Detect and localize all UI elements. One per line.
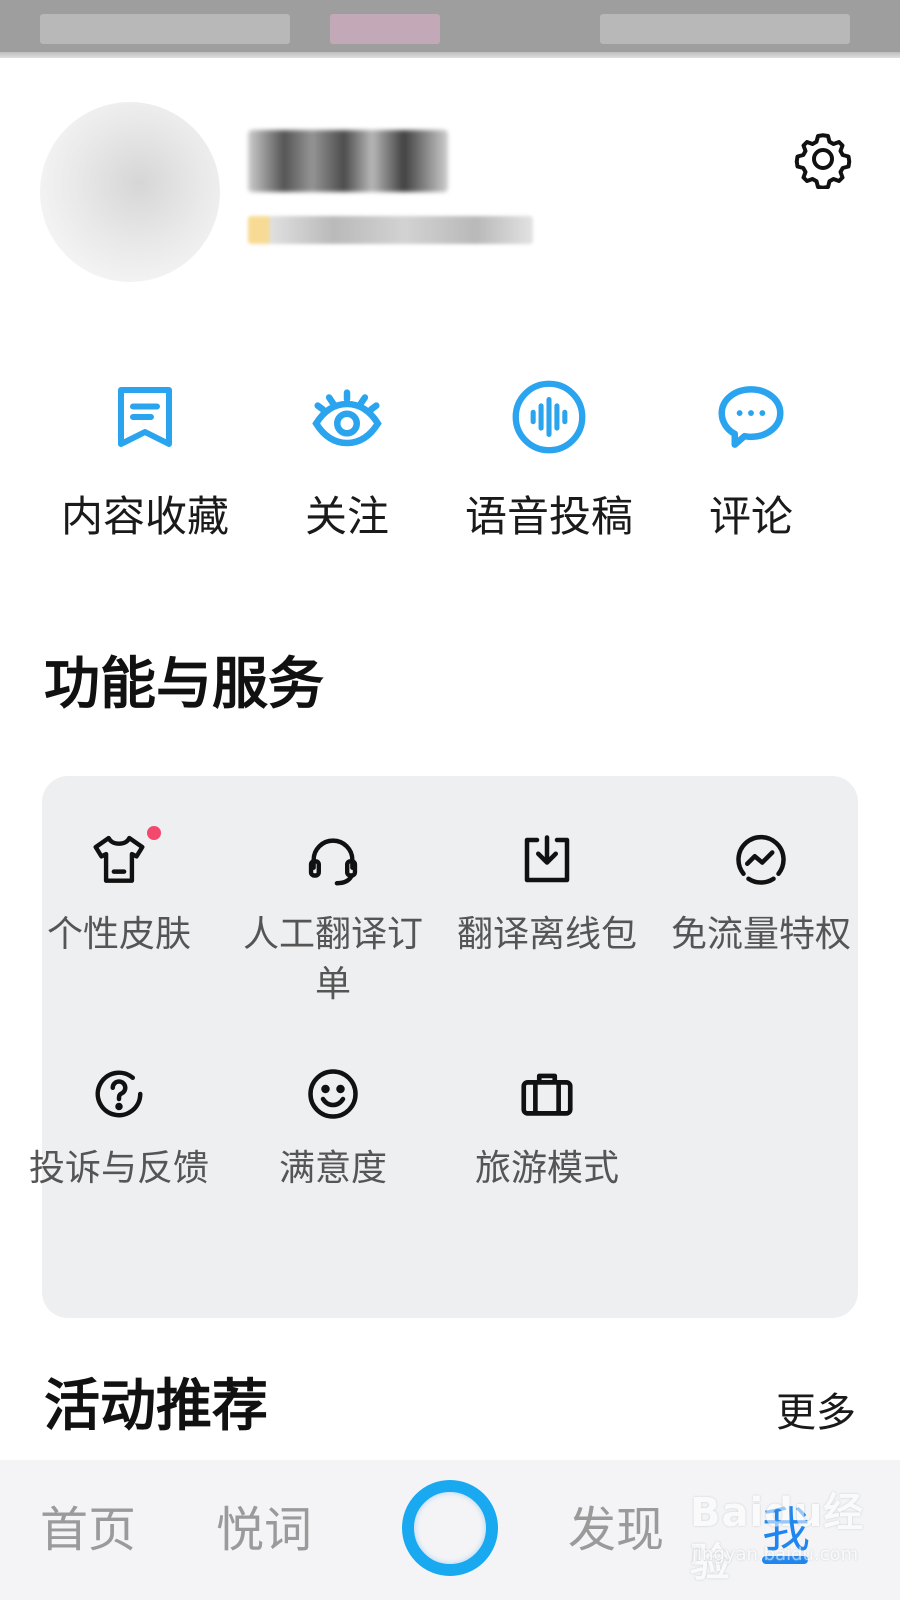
service-item-skin[interactable]: 个性皮肤 xyxy=(14,826,224,960)
bookmark-icon xyxy=(106,378,184,456)
quick-action-following[interactable]: 关注 xyxy=(242,370,452,550)
nav-discover[interactable]: 发现 xyxy=(568,1498,664,1562)
tshirt-icon xyxy=(87,826,161,892)
username-blurred[interactable] xyxy=(248,130,448,192)
quick-action-label: 评论 xyxy=(708,492,793,541)
quick-actions: 内容收藏 关注 语音投稿 评论 xyxy=(0,370,900,550)
services-section-title: 功能与服务 xyxy=(44,652,324,717)
service-label: 旅游模式 xyxy=(474,1148,619,1189)
gear-icon xyxy=(793,129,853,193)
smiley-icon xyxy=(301,1062,365,1126)
status-blur-left xyxy=(40,14,290,44)
nav-yueci[interactable]: 悦词 xyxy=(216,1498,312,1562)
question-icon xyxy=(87,1062,151,1126)
activities-section-title: 活动推荐 xyxy=(44,1374,268,1439)
download-icon xyxy=(515,828,579,892)
service-item-feedback[interactable]: 投诉与反馈 xyxy=(14,1062,224,1194)
quick-action-label: 内容收藏 xyxy=(60,492,229,541)
service-label: 免流量特权 xyxy=(670,914,851,955)
service-label: 满意度 xyxy=(278,1148,387,1189)
nav-home[interactable]: 首页 xyxy=(40,1498,136,1562)
comment-bubble-icon xyxy=(712,378,790,456)
bottom-nav: 首页 悦词 发现 我 xyxy=(0,1460,900,1600)
nav-me[interactable]: 我 xyxy=(762,1498,810,1562)
quick-action-label: 关注 xyxy=(304,492,389,541)
status-blur-icons xyxy=(330,14,440,44)
nav-active-indicator xyxy=(762,1556,808,1564)
quick-action-favorites[interactable]: 内容收藏 xyxy=(40,370,250,550)
service-item-human-translation[interactable]: 人工翻译订单 xyxy=(228,828,438,1010)
new-badge-dot xyxy=(147,826,161,840)
service-label: 人工翻译订单 xyxy=(242,914,423,1005)
eye-icon xyxy=(308,378,386,456)
settings-button[interactable] xyxy=(790,128,856,194)
suitcase-icon xyxy=(515,1062,579,1126)
services-card: 个性皮肤 人工翻译订单 翻译离线包 免流量特权 投诉与反馈 满意度 旅游模式 xyxy=(29,776,858,1318)
status-shadow xyxy=(0,52,900,58)
service-label: 翻译离线包 xyxy=(456,914,637,955)
status-bar xyxy=(0,0,900,58)
quick-action-voice-post[interactable]: 语音投稿 xyxy=(444,370,654,550)
quick-action-comments[interactable]: 评论 xyxy=(646,370,856,550)
status-blur-right xyxy=(600,14,850,44)
more-link[interactable]: 更多 xyxy=(776,1386,856,1440)
account-info-blurred xyxy=(248,216,533,244)
service-item-free-data[interactable]: 免流量特权 xyxy=(656,828,866,960)
profile-header xyxy=(0,90,900,310)
service-label: 个性皮肤 xyxy=(46,914,191,955)
headset-icon xyxy=(301,828,365,892)
service-label: 投诉与反馈 xyxy=(28,1148,209,1189)
quick-action-label: 语音投稿 xyxy=(464,492,633,541)
service-item-satisfaction[interactable]: 满意度 xyxy=(228,1062,438,1194)
traffic-chart-icon xyxy=(729,828,793,892)
service-item-offline-pack[interactable]: 翻译离线包 xyxy=(442,828,652,960)
service-item-travel-mode[interactable]: 旅游模式 xyxy=(442,1062,652,1194)
voice-wave-icon xyxy=(510,378,588,456)
assistant-ring-icon[interactable] xyxy=(402,1480,498,1576)
avatar[interactable] xyxy=(40,102,220,282)
